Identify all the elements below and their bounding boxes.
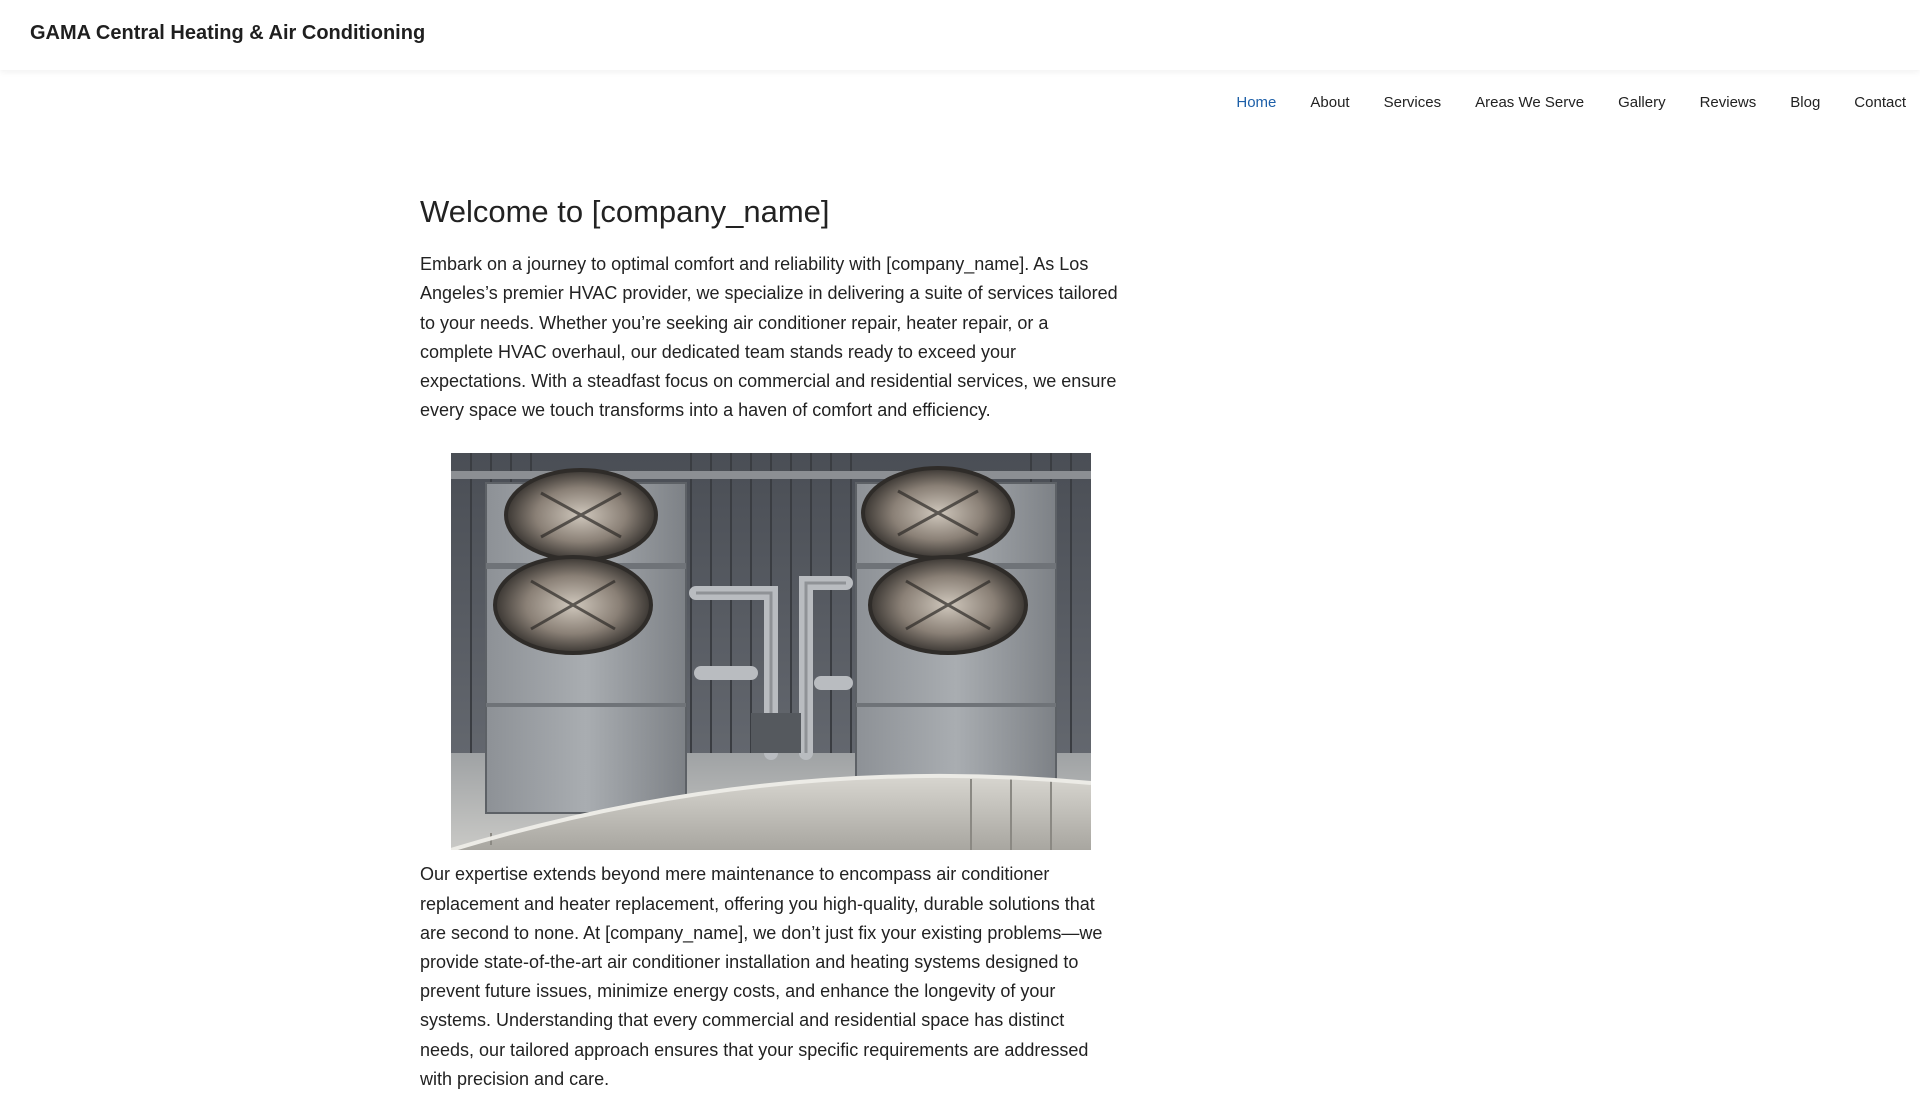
expertise-paragraph: Our expertise extends beyond mere mainte…: [420, 864, 1103, 1089]
page-title: Welcome to [company_name]: [420, 194, 830, 229]
nav-contact[interactable]: Contact: [1837, 94, 1906, 111]
nav-home[interactable]: Home: [1219, 94, 1293, 111]
nav-gallery[interactable]: Gallery: [1601, 94, 1683, 111]
nav-services[interactable]: Services: [1367, 94, 1459, 111]
main-nav: Home About Services Areas We Serve Galle…: [1219, 94, 1906, 111]
site-brand[interactable]: GAMA Central Heating & Air Conditioning: [30, 22, 425, 45]
hero-image: [451, 453, 1091, 851]
site-header: GAMA Central Heating & Air Conditioning: [0, 0, 1920, 70]
intro-paragraph: Embark on a journey to optimal comfort a…: [420, 254, 1118, 421]
nav-about[interactable]: About: [1293, 94, 1366, 111]
nav-reviews[interactable]: Reviews: [1683, 94, 1774, 111]
nav-blog[interactable]: Blog: [1773, 94, 1837, 111]
main-content: Welcome to [company_name] Embark on a jo…: [420, 193, 1120, 1094]
nav-areas-we-serve[interactable]: Areas We Serve: [1458, 94, 1601, 111]
